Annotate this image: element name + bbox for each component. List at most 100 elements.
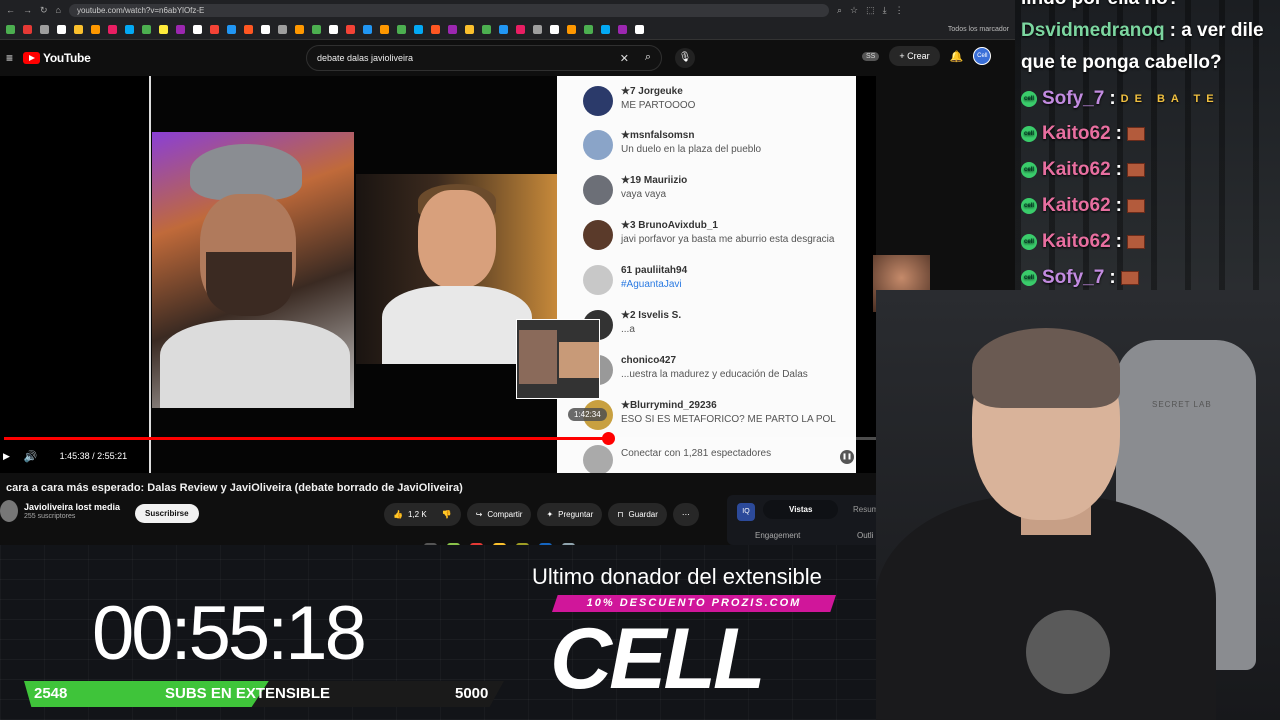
- video-chat-item: ★7 Jorgeuke ME PARTOOOO: [583, 86, 856, 116]
- ask-button[interactable]: ✦ Preguntar: [537, 503, 603, 526]
- chair-brand: SECRET LAB: [1152, 400, 1212, 409]
- notifications-bell-icon[interactable]: 🔔: [950, 50, 964, 63]
- menu-icon[interactable]: ⋮: [895, 5, 904, 16]
- bookmark-favicon-icon[interactable]: [516, 25, 525, 34]
- bookmark-favicon-icon[interactable]: [431, 25, 440, 34]
- bookmark-favicon-icon[interactable]: [74, 25, 83, 34]
- bookmark-favicon-icon[interactable]: [635, 25, 644, 34]
- bookmark-favicon-icon[interactable]: [465, 25, 474, 34]
- bookmark-favicon-icon[interactable]: [397, 25, 406, 34]
- stream-chat-text: :: [1109, 267, 1116, 288]
- play-icon[interactable]: ▶: [3, 451, 10, 462]
- account-avatar[interactable]: Cell: [973, 47, 992, 65]
- bookmark-favicon-icon[interactable]: [193, 25, 202, 34]
- bookmark-favicon-icon[interactable]: [142, 25, 151, 34]
- ss-badge: SS: [862, 51, 880, 61]
- bookmark-favicon-icon[interactable]: [244, 25, 253, 34]
- progress-bar[interactable]: [4, 432, 876, 445]
- extensions-icon[interactable]: ⬚: [866, 5, 875, 16]
- video-chat-item: ★2 Isvelis S. ...a: [583, 310, 856, 340]
- video-chat-item: Conectar con 1,281 espectadores: [583, 445, 856, 473]
- share-button[interactable]: ↪ Compartir: [466, 503, 532, 526]
- youtube-logo-text: YouTube: [43, 51, 91, 65]
- bookmark-favicon-icon[interactable]: [448, 25, 457, 34]
- bookmark-favicon-icon[interactable]: [482, 25, 491, 34]
- volume-icon[interactable]: 🔊: [24, 450, 38, 463]
- goal-current: 2548: [34, 685, 68, 702]
- seek-thumbnail-preview: [516, 319, 600, 399]
- bookmark-favicon-icon[interactable]: [380, 25, 389, 34]
- bookmark-favicon-icon[interactable]: [312, 25, 321, 34]
- hoodie-shape: [160, 320, 350, 408]
- more-options-button[interactable]: ⋯: [672, 503, 699, 526]
- bookmark-favicon-icon[interactable]: [414, 25, 423, 34]
- bookmark-favicon-icon[interactable]: [125, 25, 134, 34]
- bookmark-favicon-icon[interactable]: [210, 25, 219, 34]
- search-input[interactable]: debate dalas javioliveira ✕ ⌕: [306, 45, 662, 71]
- channel-subscribers: 255 suscriptores: [24, 513, 76, 520]
- bookmark-favicon-icon[interactable]: [584, 25, 593, 34]
- clear-search-icon[interactable]: ✕: [620, 52, 629, 65]
- zoom-icon[interactable]: ⌕: [837, 5, 842, 16]
- stream-chat-username: Kaito62: [1042, 195, 1111, 216]
- channel-name[interactable]: Javioliveira lost media: [24, 502, 120, 512]
- bookmark-favicon-icon[interactable]: [533, 25, 542, 34]
- bookmark-favicon-icon[interactable]: [23, 25, 32, 34]
- bookmark-favicon-icon[interactable]: [618, 25, 627, 34]
- youtube-play-icon: [23, 52, 41, 64]
- subscribe-button[interactable]: Suscribirse: [135, 504, 199, 523]
- emote-icon: [1126, 163, 1145, 177]
- search-icon[interactable]: ⌕: [645, 51, 651, 64]
- bookmark-favicon-icon[interactable]: [261, 25, 270, 34]
- forward-icon[interactable]: →: [23, 5, 32, 15]
- hamburger-menu-icon[interactable]: ≡: [6, 51, 13, 65]
- chat-message-text: ESO SI ES METAFORICO? ME PARTO LA POL: [621, 414, 836, 425]
- tab-views[interactable]: Vistas: [763, 500, 839, 519]
- bookmark-icon: ⊓: [617, 510, 624, 519]
- bookmarks-bar: Todos los marcador: [0, 20, 1015, 40]
- home-icon[interactable]: ⌂: [56, 5, 61, 15]
- channel-avatar[interactable]: [0, 500, 18, 522]
- bookmark-favicon-icon[interactable]: [601, 25, 610, 34]
- bookmark-favicon-icon[interactable]: [159, 25, 168, 34]
- like-count: 1,2 K: [407, 510, 427, 519]
- bookmark-favicon-icon[interactable]: [278, 25, 287, 34]
- bookmark-favicon-icon[interactable]: [227, 25, 236, 34]
- save-button[interactable]: ⊓ Guardar: [608, 503, 667, 526]
- analytics-icon[interactable]: IQ: [737, 503, 755, 521]
- microphone-icon[interactable]: 🎙: [675, 48, 695, 68]
- chat-user-avatar: [583, 175, 613, 205]
- bookmark-favicon-icon[interactable]: [40, 25, 49, 34]
- youtube-logo[interactable]: YouTube: [23, 51, 91, 65]
- bookmark-favicon-icon[interactable]: [295, 25, 304, 34]
- thumbs-down-icon[interactable]: 👎: [442, 510, 452, 519]
- bookmark-favicon-icon[interactable]: [363, 25, 372, 34]
- bookmark-favicon-icon[interactable]: [57, 25, 66, 34]
- download-icon[interactable]: ⤓: [883, 5, 887, 16]
- emote-icon: [1126, 199, 1145, 213]
- bookmark-favicon-icon[interactable]: [91, 25, 100, 34]
- reload-icon[interactable]: ↻: [40, 5, 48, 16]
- all-bookmarks-link[interactable]: Todos los marcador: [948, 26, 1009, 33]
- bookmark-favicon-icon[interactable]: [176, 25, 185, 34]
- sub-badge-icon: cell: [1021, 270, 1037, 286]
- engagement-label: Engagement: [755, 531, 801, 540]
- video-chat-item: 61 pauliitah94 #AguantaJavi: [583, 265, 856, 295]
- bookmark-favicon-icon[interactable]: [108, 25, 117, 34]
- address-bar[interactable]: youtube.com/watch?v=n6abYlOfz-E: [68, 3, 829, 17]
- bookmark-star-icon[interactable]: ☆: [850, 5, 858, 16]
- chat-message-text: ...a: [621, 324, 635, 335]
- bookmark-favicon-icon[interactable]: [329, 25, 338, 34]
- create-button[interactable]: + Crear: [889, 46, 940, 66]
- bookmark-favicon-icon[interactable]: [499, 25, 508, 34]
- stream-screen: ← → ↻ ⌂ youtube.com/watch?v=n6abYlOfz-E …: [0, 0, 1280, 720]
- bookmark-favicon-icon[interactable]: [346, 25, 355, 34]
- tab-summary[interactable]: Resum: [853, 505, 878, 514]
- bookmark-favicon-icon[interactable]: [567, 25, 576, 34]
- like-button[interactable]: 👍 1,2 K 👎: [384, 503, 461, 526]
- bookmark-favicon-icon[interactable]: [550, 25, 559, 34]
- video-player[interactable]: ★7 Jorgeuke ME PARTOOOO ★msnfalsomsn Un due…: [0, 76, 876, 473]
- bookmark-favicon-icon[interactable]: [6, 25, 15, 34]
- pause-icon[interactable]: ❚❚: [840, 450, 854, 464]
- back-icon[interactable]: ←: [6, 5, 15, 15]
